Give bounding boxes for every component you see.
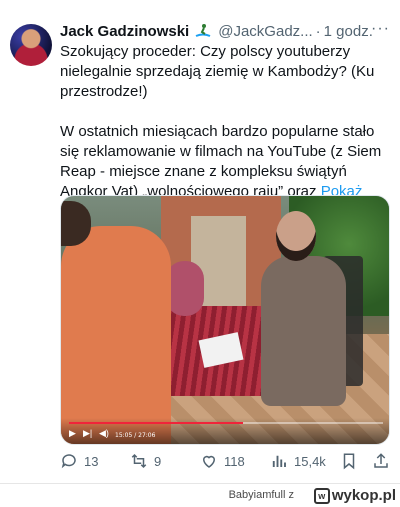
bookmark-button[interactable] bbox=[340, 452, 364, 470]
avatar[interactable] bbox=[10, 24, 52, 66]
like-button[interactable]: 118 bbox=[200, 452, 245, 470]
views-button[interactable]: 15,4k bbox=[270, 452, 326, 470]
retweet-button[interactable]: 9 bbox=[130, 452, 161, 470]
bookmark-icon bbox=[343, 453, 355, 470]
tweet-time[interactable]: 1 godz. bbox=[324, 23, 373, 40]
video-frame-person bbox=[166, 261, 204, 316]
like-count: 118 bbox=[224, 453, 245, 469]
video-player[interactable]: ▶ ▶| ◀) 15:05 / 27:06 bbox=[60, 195, 390, 445]
next-icon[interactable]: ▶| bbox=[83, 428, 92, 439]
author-handle[interactable]: @JackGadz... bbox=[218, 23, 312, 40]
video-progress-bar[interactable] bbox=[69, 422, 383, 424]
retweet-icon bbox=[131, 453, 147, 469]
tweet-paragraph-1: Szokujący proceder: Czy polscy youtuberz… bbox=[60, 43, 375, 100]
source-footer: Babyiamfull z w wykop.pl bbox=[0, 484, 400, 507]
views-count: 15,4k bbox=[294, 453, 326, 469]
video-frame-person bbox=[61, 226, 171, 444]
wykop-logo[interactable]: w wykop.pl bbox=[313, 487, 396, 504]
reply-count: 13 bbox=[84, 453, 99, 469]
wykop-logo-text: wykop.pl bbox=[331, 487, 396, 504]
footer-username[interactable]: Babyiamfull z bbox=[229, 489, 294, 501]
video-frame-person-head bbox=[276, 211, 316, 261]
share-icon bbox=[374, 453, 388, 468]
share-button[interactable] bbox=[372, 452, 396, 470]
reply-button[interactable]: 13 bbox=[60, 452, 98, 470]
tweet-actions: 13 9 118 15,4k bbox=[60, 452, 390, 472]
header-separator: · bbox=[315, 22, 321, 40]
footer-prefix: z bbox=[288, 489, 295, 501]
footer-user-text: Babyiamfull bbox=[228, 489, 286, 501]
reply-icon bbox=[61, 454, 76, 469]
video-time: 15:05 / 27:06 bbox=[115, 432, 156, 439]
surfer-icon bbox=[194, 22, 212, 40]
author-name[interactable]: Jack Gadzinowski bbox=[60, 23, 189, 40]
retweet-count: 9 bbox=[154, 453, 162, 469]
video-controls: ▶ ▶| ◀) 15:05 / 27:06 bbox=[61, 418, 389, 444]
tweet-header: Jack Gadzinowski @JackGadz... · 1 godz. … bbox=[60, 20, 390, 42]
wykop-logo-icon: w bbox=[313, 487, 330, 504]
play-icon[interactable]: ▶ bbox=[69, 428, 76, 439]
video-progress-fill bbox=[69, 422, 244, 424]
volume-icon[interactable]: ◀) bbox=[99, 428, 109, 439]
tweet-card: Jack Gadzinowski @JackGadz... · 1 godz. … bbox=[0, 0, 400, 483]
video-frame-person bbox=[261, 256, 346, 406]
views-chart-icon bbox=[272, 455, 286, 467]
more-dots-icon[interactable]: ··· bbox=[371, 20, 390, 38]
heart-icon bbox=[202, 455, 216, 468]
